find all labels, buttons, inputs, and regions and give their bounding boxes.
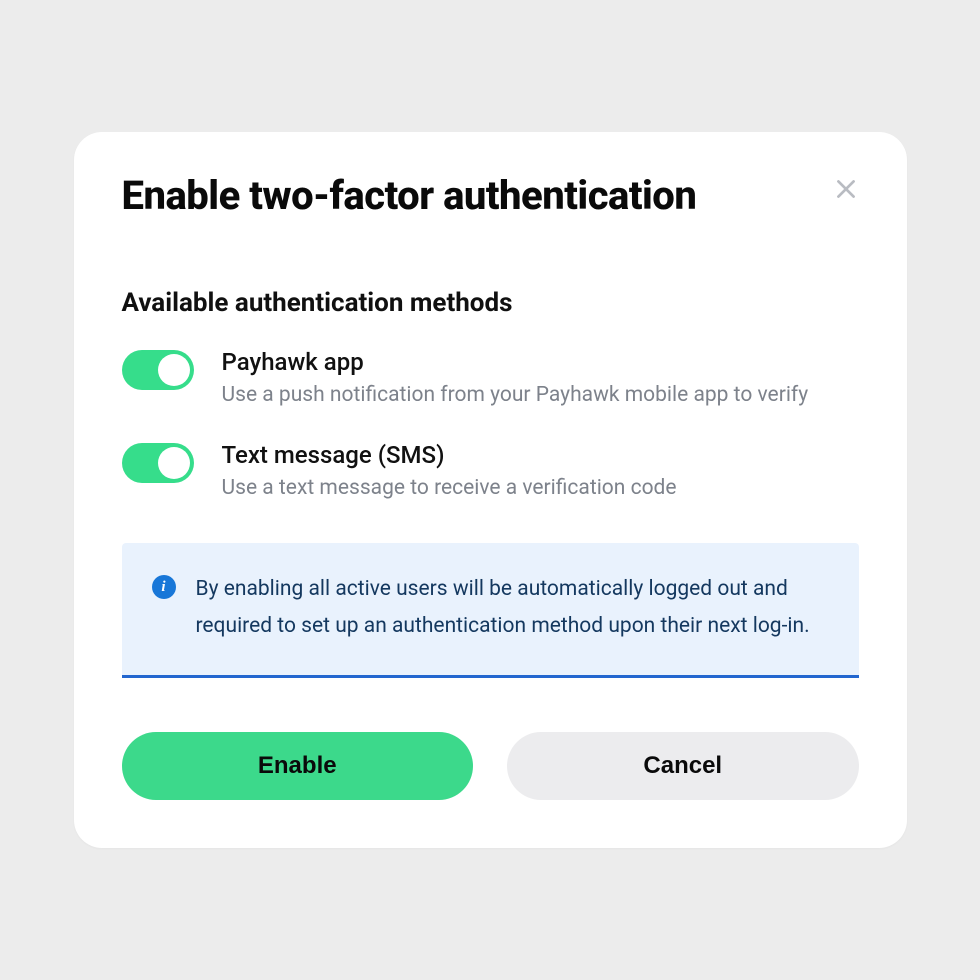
- modal-title: Enable two-factor authentication: [122, 174, 859, 218]
- method-description: Use a text message to receive a verifica…: [222, 473, 859, 503]
- cancel-button[interactable]: Cancel: [507, 732, 859, 800]
- method-row-payhawk-app: Payhawk app Use a push notification from…: [122, 348, 859, 410]
- method-description: Use a push notification from your Payhaw…: [222, 380, 859, 410]
- info-banner: i By enabling all active users will be a…: [122, 543, 859, 678]
- enable-button[interactable]: Enable: [122, 732, 474, 800]
- section-heading: Available authentication methods: [122, 288, 859, 318]
- toggle-knob: [158, 354, 190, 386]
- close-icon: [833, 176, 859, 202]
- info-text: By enabling all active users will be aut…: [196, 571, 829, 645]
- toggle-payhawk-app[interactable]: [122, 350, 194, 390]
- info-icon: i: [152, 575, 176, 599]
- method-title: Payhawk app: [222, 348, 859, 376]
- button-row: Enable Cancel: [122, 732, 859, 800]
- method-text: Text message (SMS) Use a text message to…: [222, 441, 859, 503]
- toggle-sms[interactable]: [122, 443, 194, 483]
- method-row-sms: Text message (SMS) Use a text message to…: [122, 441, 859, 503]
- close-button[interactable]: [829, 172, 863, 206]
- enable-2fa-modal: Enable two-factor authentication Availab…: [74, 132, 907, 847]
- method-text: Payhawk app Use a push notification from…: [222, 348, 859, 410]
- toggle-knob: [158, 447, 190, 479]
- method-title: Text message (SMS): [222, 441, 859, 469]
